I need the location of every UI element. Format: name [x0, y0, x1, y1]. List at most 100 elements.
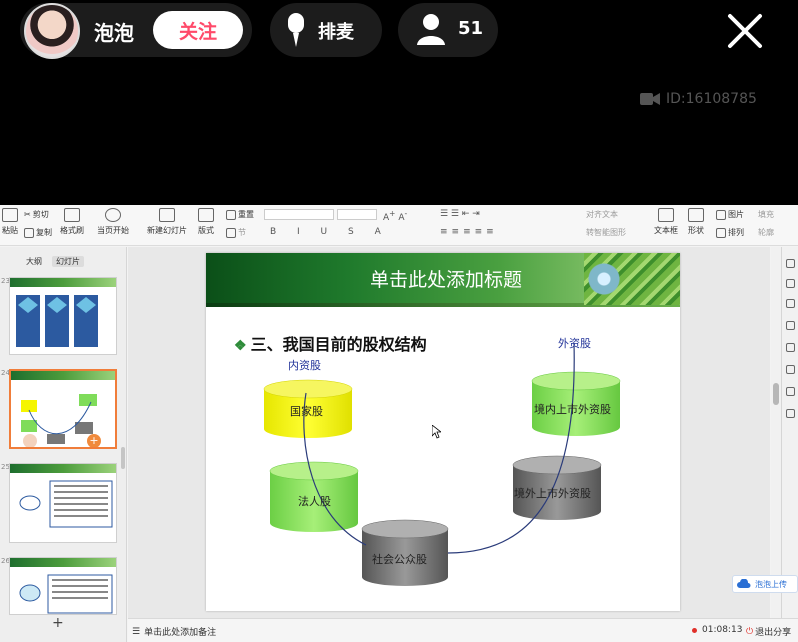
section-label: 节	[238, 228, 246, 237]
font-grow-button[interactable]: A+ A-	[383, 209, 407, 223]
node-h-shares: 境外上市外资股	[514, 487, 591, 500]
new-slide-button[interactable]: 新建幻灯片	[147, 208, 187, 236]
slide-thumbnail-23[interactable]	[9, 277, 117, 355]
recording-timer: 01:08:13	[702, 625, 743, 635]
copy-button[interactable]: 复制	[24, 227, 52, 238]
node-b-shares: 境内上市外资股	[534, 403, 611, 416]
follow-button[interactable]: 关注	[153, 11, 243, 49]
paste-button[interactable]: 粘贴	[2, 208, 18, 236]
mouse-cursor-icon	[432, 425, 441, 439]
tab-slides[interactable]: 幻灯片	[52, 256, 84, 267]
text-direction-label: 对齐文本	[586, 210, 618, 219]
list-buttons[interactable]: ☰ ☰ ⇤ ⇥	[440, 209, 480, 219]
new-slide-icon	[159, 208, 175, 222]
smart-art-button[interactable]: 转智能图形	[586, 227, 626, 238]
scrollbar-thumb[interactable]	[773, 383, 779, 405]
font-size-select[interactable]	[337, 209, 377, 220]
section-button[interactable]: 节	[226, 227, 246, 238]
brush-icon	[64, 208, 80, 222]
slide-thumbnail-25[interactable]	[9, 463, 117, 543]
clipboard-icon	[2, 208, 18, 222]
node-legal-person-shares: 法人股	[298, 495, 331, 508]
copy-icon	[24, 227, 34, 238]
viewer-count-pill[interactable]: 51	[398, 3, 498, 57]
tab-outline[interactable]: 大纲	[26, 256, 42, 267]
cut-label: 剪切	[32, 210, 49, 219]
presentation-app: 粘贴 ✂ 剪切 复制 格式刷 当页开始 新建幻灯片 版式 重置 节 A+ A- …	[0, 205, 798, 642]
arrange-icon	[716, 227, 726, 238]
transition-icon[interactable]	[786, 343, 795, 352]
shapes-button[interactable]: 形状	[688, 208, 704, 236]
thumbnail-scrollbar[interactable]	[121, 447, 125, 469]
smart-art-label: 转智能图形	[586, 228, 626, 237]
close-icon[interactable]	[726, 12, 764, 50]
avatar[interactable]	[24, 3, 80, 59]
host-info-pill: 泡泡 关注	[20, 3, 252, 59]
exit-share-button[interactable]: ⏻ 退出分享	[746, 625, 791, 639]
select-icon[interactable]	[786, 259, 795, 268]
picture-label: 图片	[728, 210, 744, 219]
play-from-current-button[interactable]: 当页开始	[97, 208, 129, 236]
picture-button[interactable]: 图片	[716, 209, 744, 220]
font-style-buttons[interactable]: B I U S A	[270, 227, 390, 237]
design-icon[interactable]	[786, 365, 795, 374]
label-domestic-capital: 内资股	[288, 359, 321, 372]
help-icon[interactable]	[786, 387, 795, 396]
font-name-select[interactable]	[264, 209, 334, 220]
equity-structure-diagram	[263, 342, 621, 586]
add-slide-icon[interactable]: +	[52, 615, 64, 631]
layout-icon	[198, 208, 214, 222]
add-icon[interactable]: +	[87, 434, 101, 447]
recording-dot-icon	[692, 628, 697, 633]
scissors-icon: ✂	[24, 210, 31, 219]
shapes-label: 形状	[688, 226, 704, 235]
slide-canvas[interactable]: 单击此处添加标题 ❖ 三、我国目前的股权结构 内资股 外资股 国家股 法人股 社…	[206, 253, 680, 611]
fill-label: 填充	[758, 210, 774, 219]
picture-icon	[716, 209, 726, 220]
text-direction-button[interactable]: 对齐文本	[586, 209, 618, 220]
animation-icon[interactable]	[786, 321, 795, 330]
room-id: ID:16108785	[640, 91, 757, 107]
section-icon	[226, 227, 236, 238]
workspace-scrollbar[interactable]	[771, 247, 781, 618]
notes-placeholder[interactable]: ☰ 单击此处添加备注	[132, 625, 217, 639]
host-name: 泡泡	[94, 21, 134, 45]
settings-icon[interactable]	[786, 409, 795, 418]
play-from-current-label: 当页开始	[97, 226, 129, 235]
mic-queue-button[interactable]: 排麦	[270, 3, 382, 57]
room-id-text: ID:16108785	[666, 91, 757, 107]
slide-thumbnail-26[interactable]	[9, 557, 117, 615]
text-box-icon	[658, 208, 674, 222]
format-painter-label: 格式刷	[60, 226, 84, 235]
status-bar: ☰ 单击此处添加备注 01:08:13 ⏻ 退出分享	[128, 618, 798, 642]
style-icon[interactable]	[786, 299, 795, 308]
mic-queue-label: 排麦	[318, 22, 354, 43]
align-buttons[interactable]: ≡≡≡≡≡	[440, 227, 498, 237]
notes-label: 单击此处添加备注	[144, 628, 217, 638]
format-painter-button[interactable]: 格式刷	[60, 208, 84, 236]
shape-settings-icon[interactable]	[786, 279, 795, 288]
paste-label: 粘贴	[2, 226, 18, 235]
arrange-label: 排列	[728, 228, 744, 237]
reset-icon	[226, 209, 236, 220]
video-camera-icon	[640, 93, 660, 105]
cloud-icon	[737, 579, 751, 588]
text-box-button[interactable]: 文本框	[654, 208, 678, 236]
outline-label: 轮廓	[758, 228, 774, 237]
arrange-button[interactable]: 排列	[716, 227, 744, 238]
reset-button[interactable]: 重置	[226, 209, 254, 220]
upload-button[interactable]: 泡泡上传	[732, 575, 798, 593]
outline-button[interactable]: 轮廓	[758, 227, 774, 238]
play-icon[interactable]	[23, 434, 37, 447]
power-icon: ⏻	[746, 626, 754, 637]
cut-button[interactable]: ✂ 剪切	[24, 209, 49, 220]
copy-label: 复制	[36, 228, 52, 237]
slide-thumbnail-24[interactable]: +	[9, 369, 117, 449]
layout-button[interactable]: 版式	[198, 208, 214, 236]
panel-tabs: 大纲 幻灯片	[26, 256, 84, 267]
label-foreign-capital: 外资股	[558, 337, 591, 350]
thumbnail-preview	[19, 480, 113, 528]
fill-button[interactable]: 填充	[758, 209, 774, 220]
reset-label: 重置	[238, 210, 254, 219]
node-state-shares: 国家股	[290, 405, 323, 418]
